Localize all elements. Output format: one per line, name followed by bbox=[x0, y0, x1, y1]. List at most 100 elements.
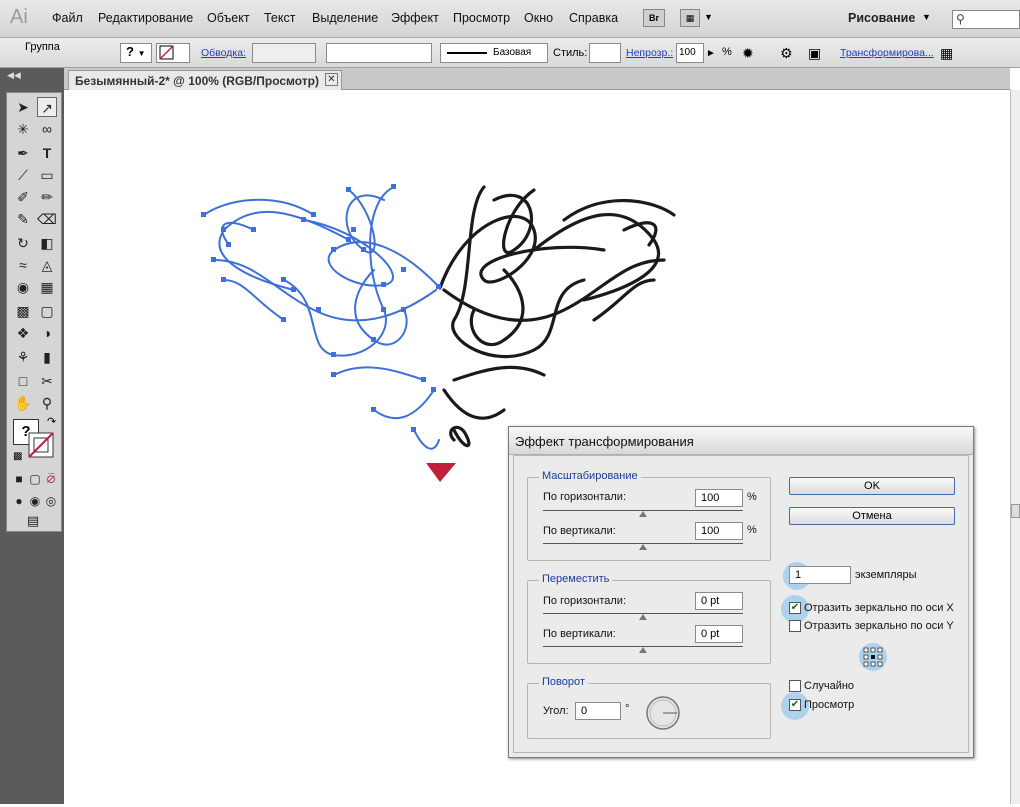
eraser-tool-icon[interactable]: ⌫ bbox=[37, 209, 57, 229]
reflect-y-checkbox[interactable] bbox=[789, 620, 801, 632]
stroke-weight-field[interactable] bbox=[252, 43, 316, 63]
arrange-documents-icon[interactable]: ▦ bbox=[680, 9, 700, 27]
draw-inside-icon[interactable]: ◎ bbox=[41, 491, 61, 511]
lasso-tool-icon[interactable]: ∞ bbox=[37, 119, 57, 139]
rotate-tool-icon[interactable]: ↻ bbox=[13, 233, 33, 253]
bridge-button[interactable]: Br bbox=[643, 9, 665, 27]
opacity-input[interactable]: 100 bbox=[676, 43, 704, 63]
artboard-tool-icon[interactable]: □ bbox=[13, 371, 33, 391]
anchor-points bbox=[201, 184, 441, 432]
blob-brush-tool-icon[interactable]: ✎ bbox=[13, 209, 33, 229]
screen-mode-icon[interactable]: ▤ bbox=[23, 511, 43, 531]
menu-view[interactable]: Просмотр bbox=[453, 11, 510, 25]
transform-panel-link[interactable]: Трансформирова... bbox=[840, 47, 934, 59]
menu-window[interactable]: Окно bbox=[524, 11, 553, 25]
menu-object[interactable]: Объект bbox=[207, 11, 250, 25]
scrollbar-thumb[interactable] bbox=[1011, 504, 1020, 518]
stroke-color-box[interactable] bbox=[27, 431, 57, 461]
chevron-down-icon[interactable]: ▼ bbox=[704, 12, 713, 22]
menu-type[interactable]: Текст bbox=[264, 11, 295, 25]
menu-effect[interactable]: Эффект bbox=[391, 11, 439, 25]
vertical-scrollbar[interactable] bbox=[1010, 90, 1020, 804]
shape-builder-tool-icon[interactable]: ◉ bbox=[13, 277, 33, 297]
move-vertical-label: По вертикали: bbox=[543, 628, 616, 640]
workspace-switcher[interactable]: Рисование bbox=[848, 11, 915, 25]
close-icon[interactable]: ✕ bbox=[325, 73, 338, 86]
random-checkbox[interactable] bbox=[789, 680, 801, 692]
blend-tool-icon[interactable]: ◑ bbox=[37, 323, 57, 343]
brush-definition-dropdown[interactable]: Базовая bbox=[440, 43, 548, 63]
magic-wand-tool-icon[interactable]: ✳ bbox=[13, 119, 33, 139]
scale-vertical-label: По вертикали: bbox=[543, 525, 616, 537]
scale-horizontal-input[interactable]: 100 bbox=[695, 489, 743, 507]
scale-vertical-input[interactable]: 100 bbox=[695, 522, 743, 540]
variable-width-dropdown[interactable] bbox=[326, 43, 432, 63]
move-vertical-slider-thumb[interactable] bbox=[639, 647, 647, 653]
copies-input[interactable]: 1 bbox=[789, 566, 851, 584]
align-icon[interactable]: ▣ bbox=[808, 45, 821, 62]
search-input[interactable]: ⚲ bbox=[952, 10, 1020, 29]
scale-vertical-slider-thumb[interactable] bbox=[639, 544, 647, 550]
free-transform-tool-icon[interactable]: ◬ bbox=[37, 255, 57, 275]
move-group-title: Переместить bbox=[539, 573, 613, 585]
selection-type-label: Группа bbox=[25, 41, 60, 53]
direct-selection-tool-icon[interactable]: ↗ bbox=[37, 97, 57, 117]
hand-tool-icon[interactable]: ✋ bbox=[13, 393, 33, 413]
move-horizontal-input[interactable]: 0 pt bbox=[695, 592, 743, 610]
eyedropper-tool-icon[interactable]: ❖ bbox=[13, 323, 33, 343]
menu-edit[interactable]: Редактирование bbox=[98, 11, 193, 25]
scale-tool-icon[interactable]: ◧ bbox=[37, 233, 57, 253]
paintbrush-tool-icon[interactable]: ✐ bbox=[13, 187, 33, 207]
gradient-tool-icon[interactable]: ▢ bbox=[37, 301, 57, 321]
transform-options-icon[interactable]: ▦ bbox=[940, 45, 953, 62]
isolate-icon[interactable]: ⚙ bbox=[780, 45, 793, 62]
menu-help[interactable]: Справка bbox=[569, 11, 618, 25]
reflect-x-label: Отразить зеркально по оси X bbox=[804, 602, 954, 614]
ok-button[interactable]: OK bbox=[789, 477, 955, 495]
opacity-chevron-icon[interactable]: ► bbox=[706, 48, 716, 59]
reflect-x-checkbox[interactable]: ✔ bbox=[789, 602, 801, 614]
fill-swatch[interactable]: ? ▼ bbox=[120, 43, 152, 63]
angle-input[interactable]: 0 bbox=[575, 702, 621, 720]
style-label: Стиль: bbox=[553, 47, 588, 59]
document-tab[interactable]: Безымянный-2* @ 100% (RGB/Просмотр) ✕ bbox=[68, 70, 342, 90]
swap-fill-stroke-icon[interactable]: ↷ bbox=[47, 415, 56, 428]
red-shape bbox=[426, 463, 456, 482]
scale-horizontal-slider-thumb[interactable] bbox=[639, 511, 647, 517]
pencil-tool-icon[interactable]: ✏ bbox=[37, 187, 57, 207]
menu-select[interactable]: Выделение bbox=[312, 11, 378, 25]
move-horizontal-slider-thumb[interactable] bbox=[639, 614, 647, 620]
move-vertical-input[interactable]: 0 pt bbox=[695, 625, 743, 643]
menu-file[interactable]: Файл bbox=[52, 11, 83, 25]
stroke-swatch[interactable] bbox=[156, 43, 190, 63]
angle-dial[interactable] bbox=[643, 693, 683, 733]
zoom-tool-icon[interactable]: ⚲ bbox=[37, 393, 57, 413]
pen-tool-icon[interactable]: ✒ bbox=[13, 143, 33, 163]
mesh-tool-icon[interactable]: ▩ bbox=[13, 301, 33, 321]
brush-style-label: Базовая bbox=[493, 47, 532, 58]
column-graph-tool-icon[interactable]: ▮ bbox=[37, 347, 57, 367]
app-logo: Ai bbox=[10, 6, 28, 28]
none-mode-icon[interactable]: ⦱ bbox=[41, 469, 61, 489]
perspective-grid-tool-icon[interactable]: ▦ bbox=[37, 277, 57, 297]
rotate-group-title: Поворот bbox=[539, 676, 588, 688]
selection-tool-icon[interactable]: ➤ bbox=[13, 97, 33, 117]
workspace-dropdown-icon[interactable]: ▼ bbox=[922, 12, 931, 22]
reference-point-icon[interactable] bbox=[863, 647, 883, 667]
width-tool-icon[interactable]: ≈ bbox=[13, 255, 33, 275]
rectangle-tool-icon[interactable]: ▭ bbox=[37, 165, 57, 185]
scale-horizontal-label: По горизонтали: bbox=[543, 491, 626, 503]
recolor-artwork-icon[interactable]: ✹ bbox=[742, 45, 754, 62]
slice-tool-icon[interactable]: ✂ bbox=[37, 371, 57, 391]
stroke-panel-link[interactable]: Обводка: bbox=[201, 47, 246, 59]
symbol-sprayer-tool-icon[interactable]: ⚘ bbox=[13, 347, 33, 367]
preview-checkbox[interactable]: ✔ bbox=[789, 699, 801, 711]
default-fill-stroke-icon[interactable]: ▩ bbox=[13, 451, 22, 462]
collapse-panel-icon[interactable]: ◀◀ bbox=[7, 70, 21, 81]
line-tool-icon[interactable]: ⟋ bbox=[13, 165, 33, 185]
type-tool-icon[interactable]: T bbox=[37, 143, 57, 163]
graphic-style-dropdown[interactable] bbox=[589, 43, 621, 63]
document-tab-title: Безымянный-2* @ 100% (RGB/Просмотр) bbox=[75, 74, 319, 88]
opacity-panel-link[interactable]: Непрозр.: bbox=[626, 47, 673, 59]
cancel-button[interactable]: Отмена bbox=[789, 507, 955, 525]
